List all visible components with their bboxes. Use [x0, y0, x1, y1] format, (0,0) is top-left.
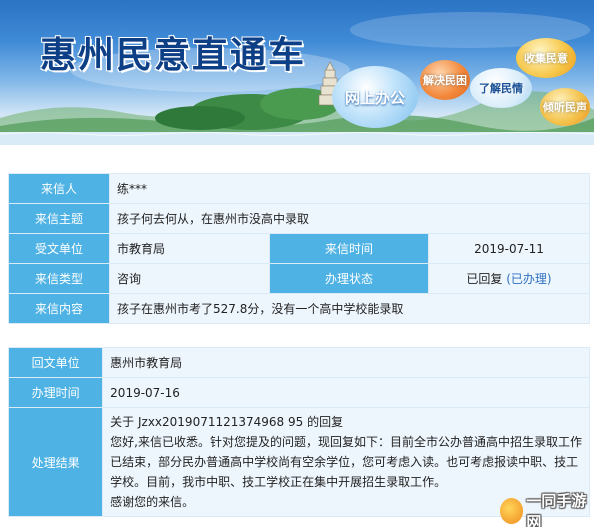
type-value: 咨询 [110, 264, 269, 293]
result-label: 处理结果 [9, 408, 103, 516]
reply-line: 您好,来信已收悉。针对您提及的问题，现回复如下：目前全市公办普通高中招生录取工作 [110, 435, 582, 449]
reply-table: 回文单位 惠州市教育局 办理时间 2019-07-16 处理结果 关于 Jzxx… [8, 347, 590, 517]
table-row: 来信主题 孩子何去何从，在惠州市没高中录取 [9, 204, 589, 233]
reply-line: 学校。目前，我市中职、技工学校正在集中开展招生录取工作。 [110, 475, 447, 489]
subject-label: 来信主题 [9, 204, 109, 233]
site-watermark: 一同手游网 [500, 492, 594, 527]
handle-time-label: 办理时间 [9, 378, 103, 407]
reply-line: 已结束，部分民办普通高中学校尚有空余学位，您可考虑入读。也可考虑报读中职、技工 [110, 455, 579, 469]
table-row: 来信类型 咨询 办理状态 已回复 (已办理) [9, 264, 589, 293]
table-row: 办理时间 2019-07-16 [9, 378, 589, 407]
unit-value: 市教育局 [110, 234, 269, 263]
unit-label: 受文单位 [9, 234, 109, 263]
date-value: 2019-07-11 [429, 234, 589, 263]
online-office-button[interactable]: 网上办公 [332, 66, 418, 128]
listen-voices-button[interactable]: 倾听民声 [540, 88, 590, 126]
content-value: 孩子在惠州市考了527.8分，没有一个高中学校能录取 [110, 294, 589, 323]
date-label: 来信时间 [270, 234, 428, 263]
reply-line: 关于 Jzxx2019071121374968 95 的回复 [110, 415, 344, 429]
type-label: 来信类型 [9, 264, 109, 293]
letter-info-table: 来信人 练*** 来信主题 孩子何去何从，在惠州市没高中录取 受文单位 市教育局… [8, 173, 590, 324]
content-label: 来信内容 [9, 294, 109, 323]
sender-value: 练*** [110, 174, 589, 203]
reply-unit-label: 回文单位 [9, 348, 103, 377]
header-banner: 惠州民意直通车 网上办公 解决民困 了解民情 收集民意 倾听民声 [0, 0, 594, 145]
subject-value: 孩子何去何从，在惠州市没高中录取 [110, 204, 589, 233]
understand-situation-button[interactable]: 了解民情 [470, 68, 532, 108]
collect-opinions-button[interactable]: 收集民意 [516, 38, 576, 78]
table-row: 受文单位 市教育局 来信时间 2019-07-11 [9, 234, 589, 263]
status-link[interactable]: (已办理) [506, 272, 551, 286]
site-title: 惠州民意直通车 [40, 35, 307, 76]
status-label: 办理状态 [270, 264, 428, 293]
table-row: 回文单位 惠州市教育局 [9, 348, 589, 377]
reply-unit-value: 惠州市教育局 [103, 348, 589, 377]
status-text: 已回复 [466, 272, 503, 286]
resolve-difficulties-button[interactable]: 解决民困 [420, 60, 470, 100]
handle-time-value: 2019-07-16 [103, 378, 589, 407]
watermark-text: 一同手游网 [526, 491, 587, 527]
status-value: 已回复 (已办理) [429, 264, 589, 293]
sender-label: 来信人 [9, 174, 109, 203]
watermark-logo-icon [500, 497, 524, 524]
table-row: 来信人 练*** [9, 174, 589, 203]
table-row: 来信内容 孩子在惠州市考了527.8分，没有一个高中学校能录取 [9, 294, 589, 323]
